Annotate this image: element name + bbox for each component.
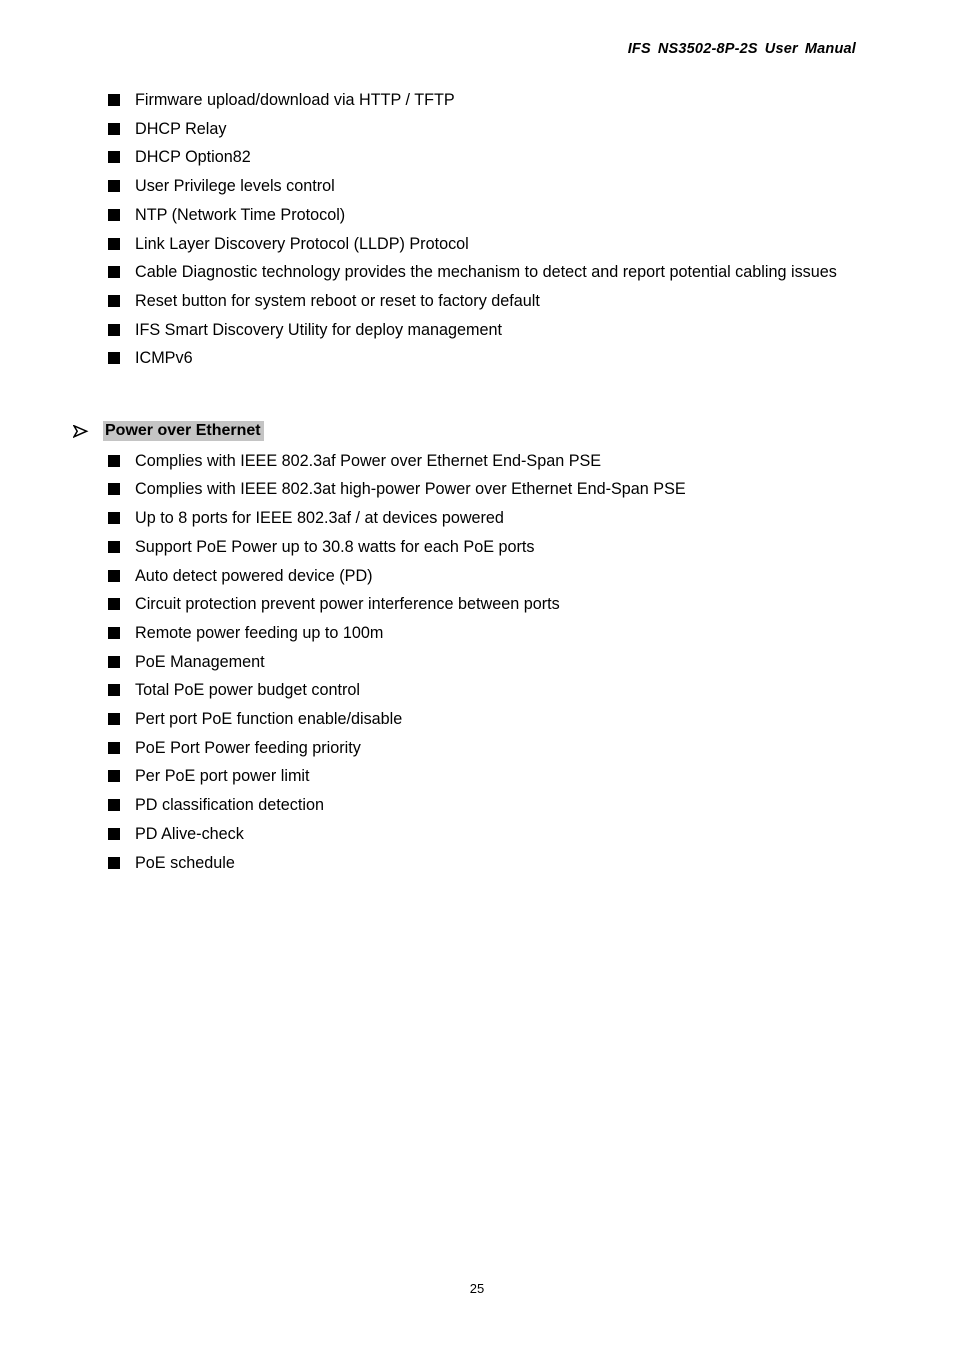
- page-content: Firmware upload/download via HTTP / TFTP…: [0, 86, 954, 877]
- document-page: IFS NS3502-8P-2S User Manual Firmware uploa…: [0, 0, 954, 1350]
- poe-feature-item-label: PoE schedule: [135, 853, 235, 872]
- management-feature-item-label: Firmware upload/download via HTTP / TFTP: [135, 91, 455, 109]
- management-feature-item: IFS Smart Discovery Utility for deploy m…: [0, 316, 954, 345]
- square-bullet-icon: [108, 151, 120, 164]
- square-bullet-icon: [108, 540, 120, 553]
- management-feature-item-label: DHCP Option82: [135, 148, 251, 167]
- poe-feature-item: Circuit protection prevent power interfe…: [0, 590, 954, 619]
- poe-feature-item-label: PD classification detection: [135, 796, 324, 815]
- poe-feature-item: Per PoE port power limit: [0, 762, 954, 791]
- poe-feature-item-label: Complies with IEEE 802.3af Power over Et…: [135, 451, 602, 470]
- poe-feature-item-label: Up to 8 ports for IEEE 802.3af / at devi…: [135, 509, 504, 528]
- square-bullet-icon: [108, 799, 120, 812]
- square-bullet-icon: [108, 483, 120, 496]
- square-bullet-icon: [108, 352, 120, 365]
- poe-feature-item-label: PD Alive-check: [135, 824, 244, 843]
- square-bullet-icon: [108, 122, 120, 135]
- management-feature-item: NTP (Network Time Protocol): [0, 201, 954, 230]
- poe-feature-item-label: Total PoE power budget control: [135, 681, 360, 700]
- square-bullet-icon: [108, 770, 120, 783]
- poe-feature-list: Complies with IEEE 802.3af Power over Et…: [0, 447, 954, 878]
- poe-feature-item: PD Alive-check: [0, 820, 954, 849]
- square-bullet-icon: [108, 598, 120, 611]
- management-feature-item-label: IFS Smart Discovery Utility for deploy m…: [135, 320, 503, 339]
- square-bullet-icon: [108, 655, 120, 668]
- square-bullet-icon: [108, 208, 120, 221]
- poe-feature-item: Support PoE Power up to 30.8 watts for e…: [0, 533, 954, 562]
- square-bullet-icon: [108, 323, 120, 336]
- poe-section-heading-text: Power over Ethernet: [103, 421, 264, 442]
- poe-section-heading: Power over Ethernet: [0, 417, 954, 446]
- poe-feature-item: PoE Port Power feeding priority: [0, 734, 954, 763]
- management-feature-item-label: Reset button for system reboot or reset …: [135, 291, 540, 310]
- arrow-right-triangle-icon: [73, 417, 93, 446]
- square-bullet-icon: [108, 713, 120, 726]
- square-bullet-icon: [108, 626, 120, 639]
- management-feature-item: DHCP Relay: [0, 115, 954, 144]
- poe-feature-item-label: Complies with IEEE 802.3at high-power Po…: [135, 480, 686, 499]
- square-bullet-icon: [108, 180, 120, 193]
- management-feature-item: ICMPv6: [0, 344, 954, 373]
- running-header-word-1: IFS: [627, 41, 651, 57]
- management-feature-item-label: DHCP Relay: [135, 119, 227, 138]
- management-feature-item: Cable Diagnostic technology provides the…: [0, 258, 954, 287]
- square-bullet-icon: [108, 684, 120, 697]
- poe-feature-item-label: Circuit protection prevent power interfe…: [135, 595, 560, 614]
- square-bullet-icon: [108, 454, 120, 467]
- poe-feature-item-label: Per PoE port power limit: [135, 767, 310, 786]
- running-header-word-2: NS3502-8P-2S: [657, 41, 758, 57]
- management-feature-list: Firmware upload/download via HTTP / TFTP…: [0, 86, 954, 373]
- poe-feature-item: Pert port PoE function enable/disable: [0, 705, 954, 734]
- poe-feature-item-label: Pert port PoE function enable/disable: [135, 710, 403, 729]
- poe-feature-item: Up to 8 ports for IEEE 802.3af / at devi…: [0, 504, 954, 533]
- management-feature-item: Reset button for system reboot or reset …: [0, 287, 954, 316]
- page-number: 25: [469, 1281, 485, 1296]
- square-bullet-icon: [108, 266, 120, 279]
- poe-feature-item: Complies with IEEE 802.3af Power over Et…: [0, 447, 954, 476]
- management-feature-item-label: User Privilege levels control: [135, 177, 335, 196]
- poe-feature-item-label: Remote power feeding up to 100m: [135, 623, 384, 642]
- square-bullet-icon: [108, 512, 120, 525]
- poe-feature-item: Complies with IEEE 802.3at high-power Po…: [0, 475, 954, 504]
- poe-feature-item-label: Auto detect powered device (PD): [135, 566, 373, 585]
- square-bullet-icon: [108, 94, 120, 106]
- square-bullet-icon: [108, 569, 120, 582]
- management-feature-item: Link Layer Discovery Protocol (LLDP) Pro…: [0, 230, 954, 259]
- poe-feature-item: PoE schedule: [0, 849, 954, 878]
- management-feature-item-label: Link Layer Discovery Protocol (LLDP) Pro…: [135, 234, 469, 253]
- management-feature-item: Firmware upload/download via HTTP / TFTP: [0, 86, 954, 115]
- square-bullet-icon: [108, 237, 120, 250]
- running-header-word-4: Manual: [804, 41, 856, 57]
- poe-feature-item: Auto detect powered device (PD): [0, 562, 954, 591]
- management-feature-item-label: NTP (Network Time Protocol): [135, 205, 346, 224]
- square-bullet-icon: [108, 827, 120, 840]
- management-feature-item-label: ICMPv6: [135, 349, 193, 368]
- management-feature-item: DHCP Option82: [0, 143, 954, 172]
- poe-feature-item: Total PoE power budget control: [0, 676, 954, 705]
- poe-feature-item-label: PoE Port Power feeding priority: [135, 738, 361, 757]
- running-header-word-3: User: [764, 41, 798, 57]
- poe-feature-item: PoE Management: [0, 648, 954, 677]
- running-header: IFS NS3502-8P-2S User Manual: [628, 41, 856, 57]
- poe-feature-item: PD classification detection: [0, 791, 954, 820]
- poe-feature-item-label: Support PoE Power up to 30.8 watts for e…: [135, 537, 535, 556]
- square-bullet-icon: [108, 741, 120, 754]
- square-bullet-icon: [108, 856, 120, 869]
- poe-feature-item: Remote power feeding up to 100m: [0, 619, 954, 648]
- square-bullet-icon: [108, 294, 120, 307]
- poe-feature-item-label: PoE Management: [135, 652, 265, 671]
- management-feature-item-label: Cable Diagnostic technology provides the…: [135, 263, 837, 282]
- management-feature-item: User Privilege levels control: [0, 172, 954, 201]
